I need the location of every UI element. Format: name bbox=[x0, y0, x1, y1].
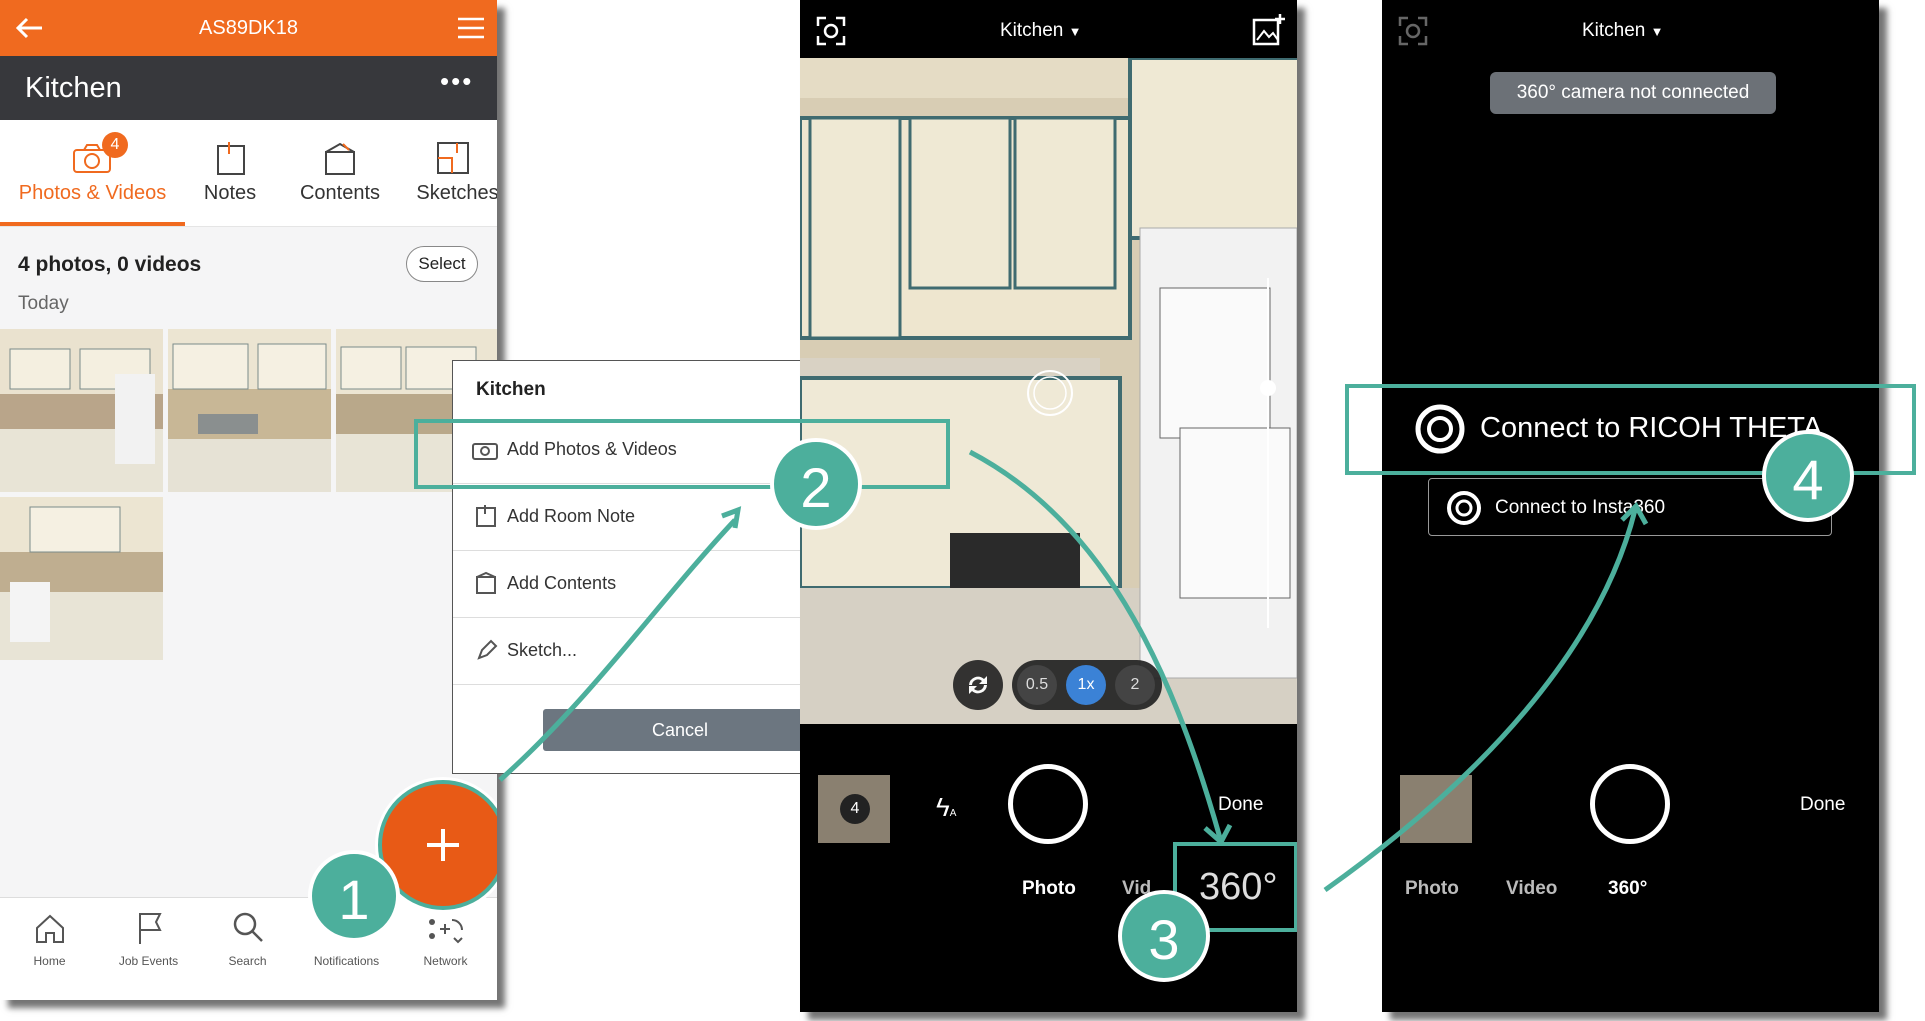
step-1-badge: 1 bbox=[308, 850, 400, 942]
highlight-add-photos bbox=[414, 419, 950, 489]
annotation-overlay bbox=[414, 384, 1916, 893]
step-4-badge: 4 bbox=[1762, 430, 1854, 522]
step-2-badge: 2 bbox=[770, 438, 862, 530]
step-3-badge: 3 bbox=[1118, 890, 1210, 982]
